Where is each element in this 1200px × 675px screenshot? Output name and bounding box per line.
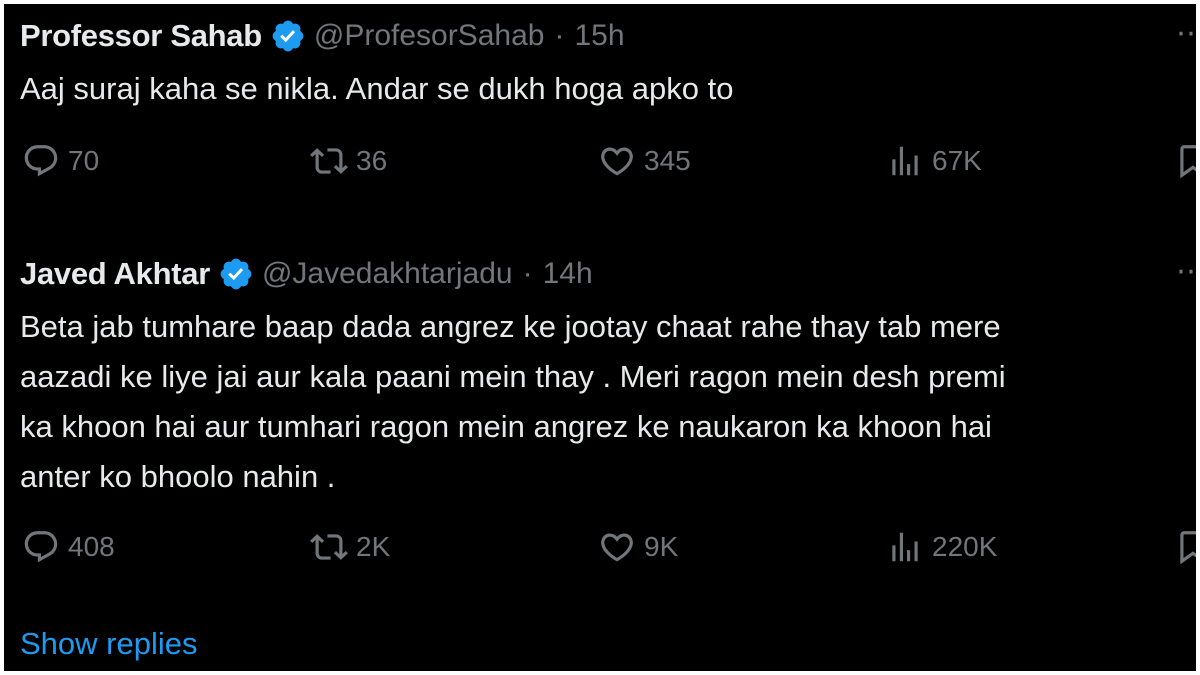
heart-icon [601, 147, 633, 176]
tweet-1-timestamp[interactable]: 15h [574, 19, 624, 53]
tweet-1-view-count: 67K [932, 145, 982, 176]
reply-icon [24, 145, 58, 177]
bookmark-icon [1180, 145, 1196, 179]
tweet-2-author-name[interactable]: Javed Akhtar [20, 256, 210, 292]
tweet-1-retweet-button[interactable]: 36 [310, 142, 387, 180]
tweet-1-bookmark-button[interactable] [1174, 142, 1196, 180]
views-icon [892, 532, 918, 562]
reply-icon [24, 531, 58, 563]
retweet-icon [310, 148, 348, 174]
tweet-2-retweet-button[interactable]: 2K [310, 528, 390, 566]
tweet-2-header: Javed Akhtar @Javedakhtarjadu · 14h [20, 252, 593, 296]
tweet-2-like-count: 9K [644, 531, 679, 562]
tweet-thread-screen: Professor Sahab @ProfesorSahab · 15h ⋯ A… [4, 4, 1196, 671]
tweet-1-separator: · [554, 19, 565, 52]
tweet-2-bookmark-button[interactable] [1174, 528, 1196, 566]
tweet-2-retweet-count: 2K [356, 531, 391, 562]
tweet-2-handle[interactable]: @Javedakhtarjadu [262, 257, 513, 291]
tweet-1-retweet-count: 36 [356, 145, 388, 176]
tweet-1-author-name[interactable]: Professor Sahab [20, 18, 262, 54]
tweet-1-reply-count: 70 [68, 145, 100, 176]
tweet-2-more-icon[interactable]: ⋯ [1176, 254, 1196, 289]
tweet-1-reply-button[interactable]: 70 [22, 142, 99, 180]
bookmark-icon [1180, 531, 1196, 565]
tweet-2-timestamp[interactable]: 14h [543, 257, 593, 291]
tweet-1-like-button[interactable]: 345 [598, 142, 691, 180]
tweet-1-header: Professor Sahab @ProfesorSahab · 15h [20, 14, 625, 58]
tweet-2-like-button[interactable]: 9K [598, 528, 678, 566]
tweet-2-actions: 408 2K 9K 220K [4, 528, 1196, 572]
tweet-1-handle[interactable]: @ProfesorSahab [314, 19, 545, 53]
views-icon [892, 146, 918, 176]
tweet-1-more-icon[interactable]: ⋯ [1176, 16, 1196, 51]
tweet-1-like-count: 345 [644, 145, 691, 176]
tweet-2-reply-button[interactable]: 408 [22, 528, 115, 566]
tweet-1-actions: 70 36 345 67K [4, 142, 1196, 186]
heart-icon [601, 533, 633, 562]
retweet-icon [310, 534, 348, 560]
show-replies-link[interactable]: Show replies [20, 626, 197, 662]
tweet-1-text: Aaj suraj kaha se nikla. Andar se dukh h… [20, 71, 734, 106]
verified-badge-icon [220, 258, 252, 290]
verified-badge-icon [272, 20, 304, 52]
tweet-2-views-button[interactable]: 220K [886, 528, 997, 566]
tweet-2-view-count: 220K [932, 531, 998, 562]
tweet-2-text: Beta jab tumhare baap dada angrez ke joo… [20, 309, 1006, 494]
tweet-2-reply-count: 408 [68, 531, 115, 562]
tweet-2-separator: · [522, 257, 533, 290]
tweet-1-views-button[interactable]: 67K [886, 142, 982, 180]
